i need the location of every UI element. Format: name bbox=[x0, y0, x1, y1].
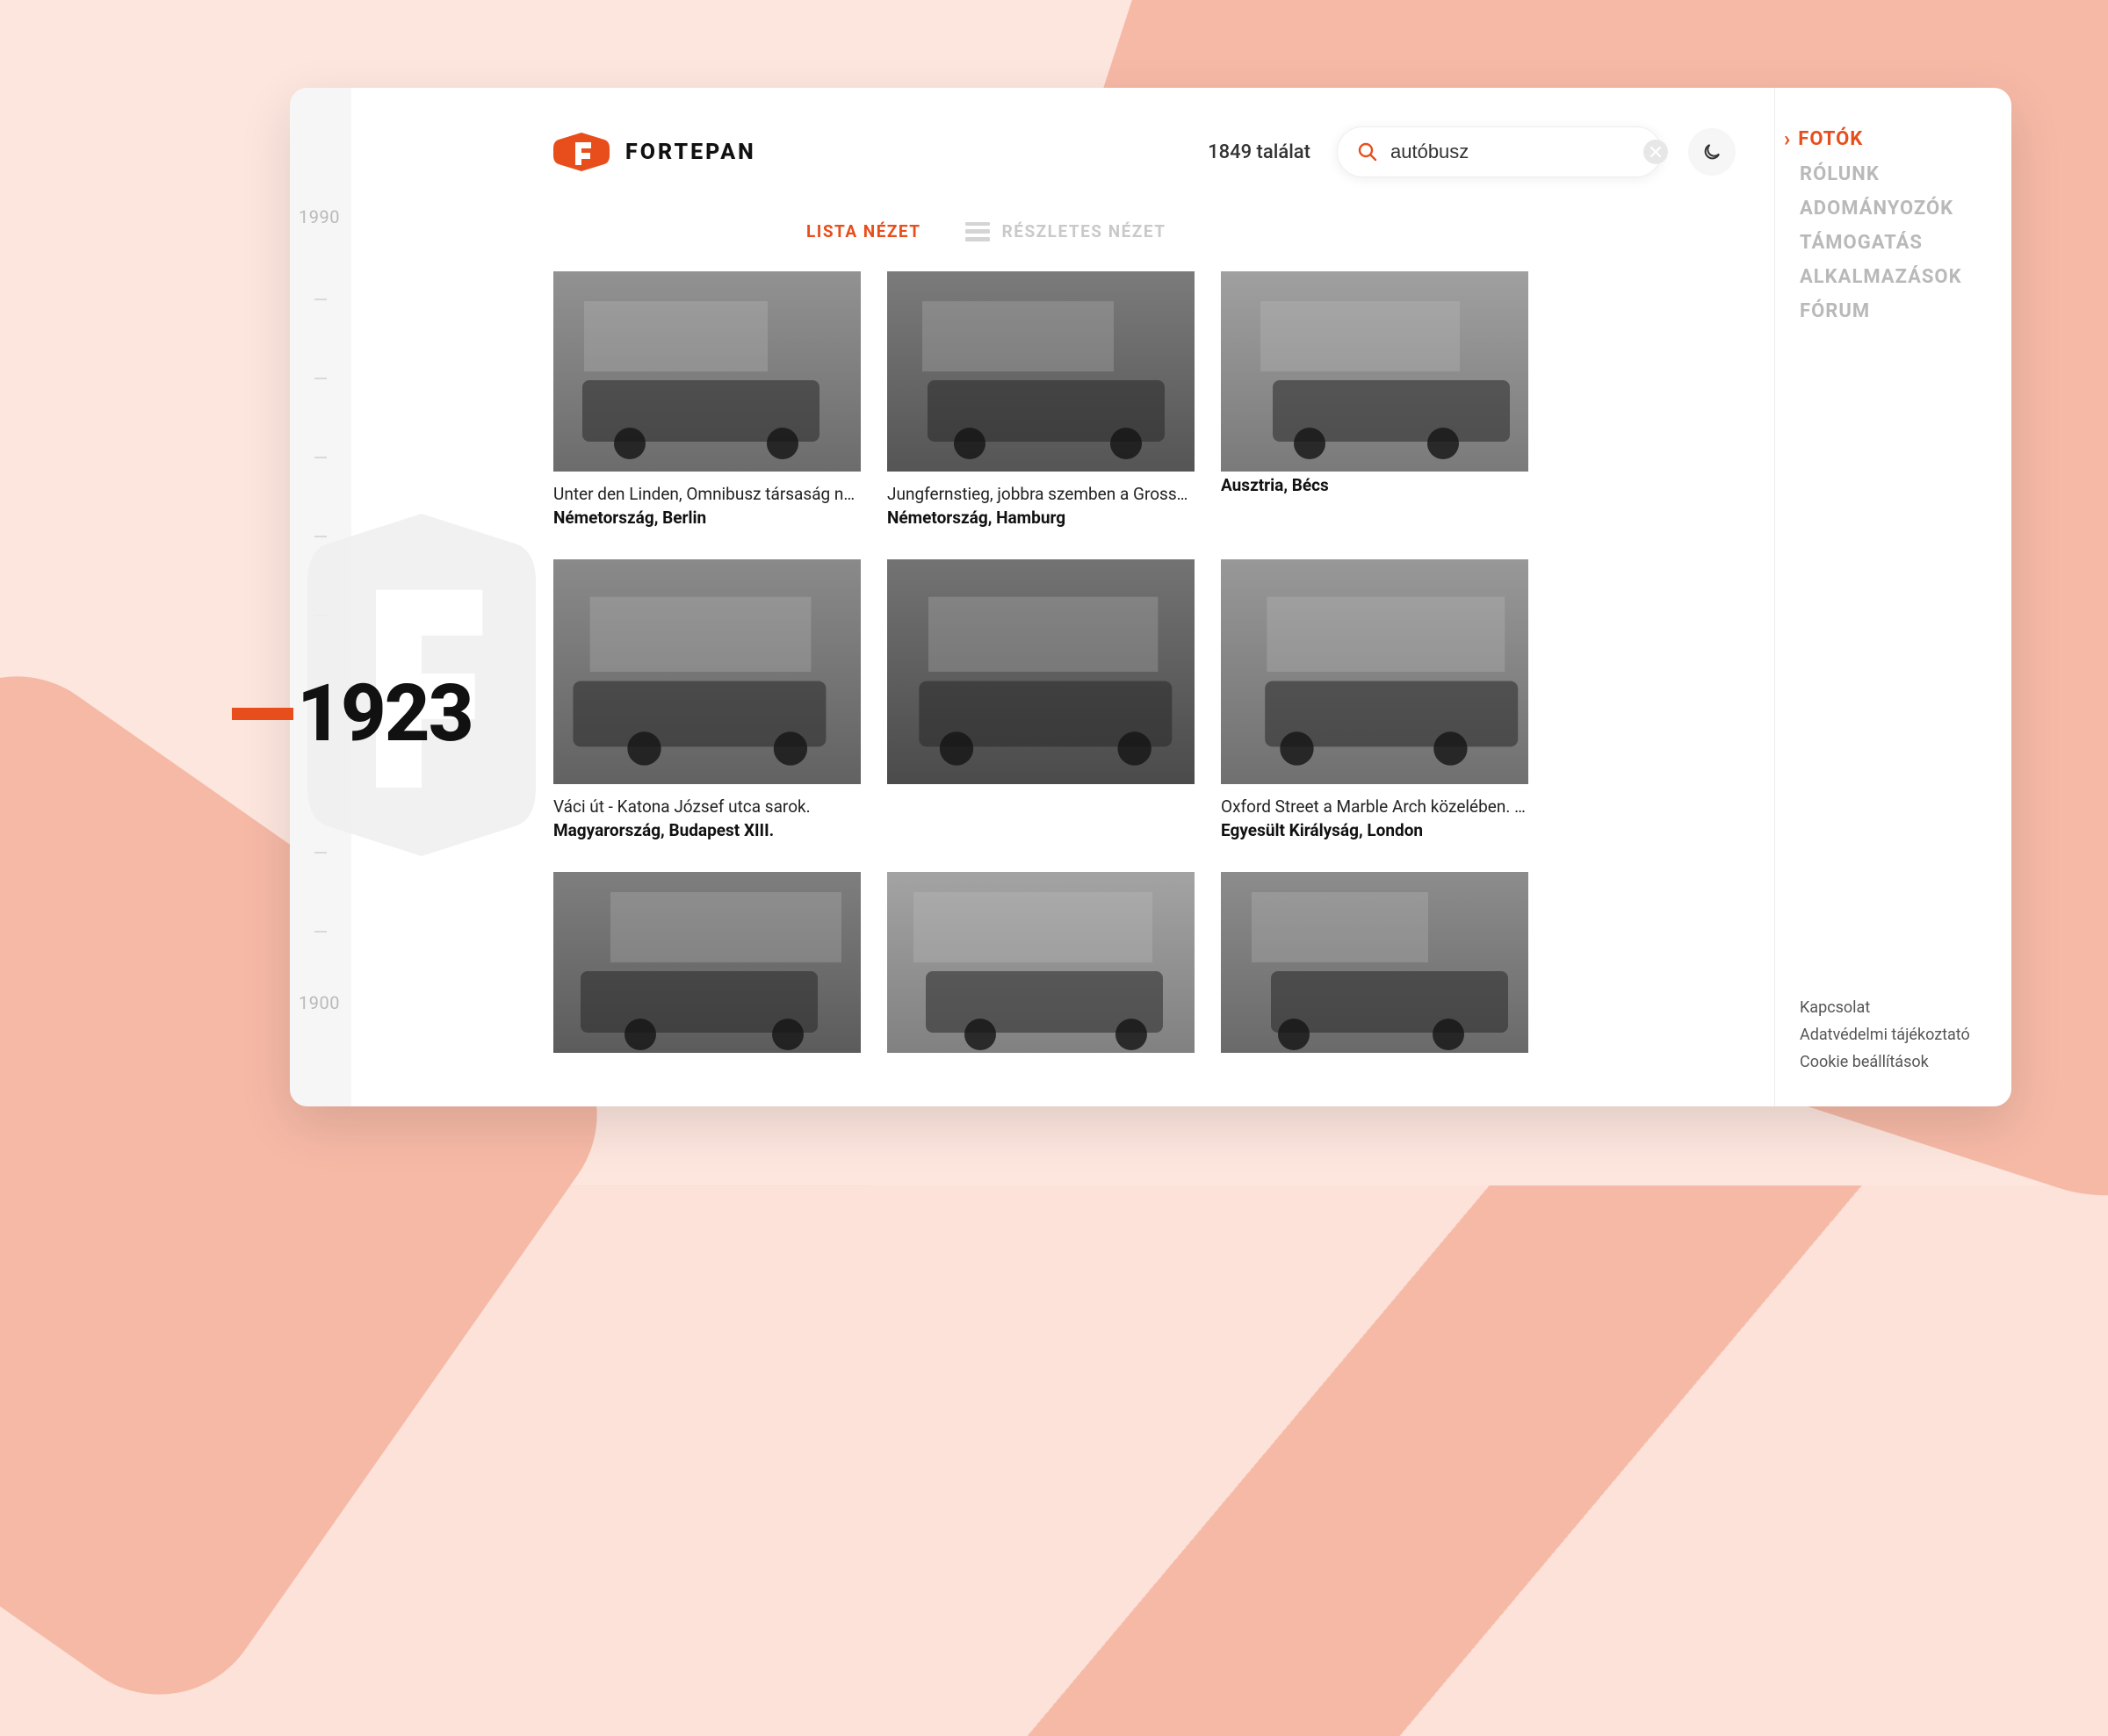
timeline-tick bbox=[314, 615, 327, 616]
brand-name: FORTEPAN bbox=[625, 140, 756, 165]
photo-card[interactable] bbox=[1221, 872, 1528, 1053]
timeline-tick bbox=[314, 852, 327, 854]
nav-item-fotók[interactable]: FOTÓK bbox=[1800, 126, 2011, 151]
dark-mode-toggle[interactable] bbox=[1688, 128, 1736, 176]
header: FORTEPAN 1849 találat bbox=[351, 126, 1774, 177]
photo-location: Németország, Hamburg bbox=[887, 508, 1195, 528]
timeline-tick bbox=[314, 536, 327, 537]
photo-card[interactable] bbox=[887, 872, 1195, 1053]
photo-thumbnail[interactable] bbox=[1221, 271, 1528, 472]
photo-card[interactable] bbox=[887, 559, 1195, 840]
photo-thumbnail[interactable] bbox=[553, 559, 861, 784]
photo-thumbnail[interactable] bbox=[887, 559, 1195, 784]
brand-logo[interactable]: FORTEPAN bbox=[553, 133, 756, 171]
photo-card[interactable]: Oxford Street a Marble Arch közelében. A… bbox=[1221, 559, 1528, 840]
list-view-toggle[interactable]: LISTA NÉZET bbox=[553, 221, 921, 241]
list-icon bbox=[965, 222, 990, 241]
app-window: 1990 1900 FORTEPAN 1849 talál bbox=[290, 88, 2011, 1106]
photo-location: Egyesült Királyság, London bbox=[1221, 820, 1528, 840]
photo-grid: Unter den Linden, Omnibusz társaság nyit… bbox=[351, 271, 1774, 1053]
nav-item-rólunk[interactable]: RÓLUNK bbox=[1800, 163, 2011, 185]
nav-item-támogatás[interactable]: TÁMOGATÁS bbox=[1800, 232, 2011, 254]
grid-icon bbox=[553, 222, 794, 241]
search-icon bbox=[1357, 141, 1378, 162]
photo-thumbnail[interactable] bbox=[1221, 559, 1528, 784]
timeline-tick bbox=[314, 378, 327, 379]
timeline-tick bbox=[314, 299, 327, 300]
photo-card[interactable]: Jungfernstieg, jobbra szemben a Grosse B… bbox=[887, 271, 1195, 528]
photo-location: Németország, Berlin bbox=[553, 508, 861, 528]
footer-link[interactable]: Kapcsolat bbox=[1800, 998, 2011, 1017]
view-toggle: LISTA NÉZET RÉSZLETES NÉZET bbox=[351, 177, 1774, 271]
nav-item-alkalmazások[interactable]: ALKALMAZÁSOK bbox=[1800, 266, 2011, 288]
photo-thumbnail[interactable] bbox=[553, 872, 861, 1053]
photo-thumbnail[interactable] bbox=[887, 872, 1195, 1053]
close-icon bbox=[1650, 147, 1661, 157]
photo-location: Ausztria, Bécs bbox=[1221, 475, 1528, 495]
photo-location: Magyarország, Budapest XIII. bbox=[553, 820, 861, 840]
footer-link[interactable]: Cookie beállítások bbox=[1800, 1053, 2011, 1071]
timeline-tick bbox=[314, 931, 327, 933]
detail-view-toggle[interactable]: RÉSZLETES NÉZET bbox=[965, 221, 1166, 241]
logo-icon bbox=[553, 133, 610, 171]
nav-menu: FOTÓK RÓLUNK ADOMÁNYOZÓK TÁMOGATÁS ALKALMAZÁ… bbox=[1800, 126, 2011, 322]
photo-caption: Jungfernstieg, jobbra szemben a Grosse B… bbox=[887, 484, 1195, 504]
search-box[interactable] bbox=[1337, 126, 1662, 177]
side-nav: FOTÓK RÓLUNK ADOMÁNYOZÓK TÁMOGATÁS ALKALMAZÁ… bbox=[1774, 88, 2011, 1106]
photo-thumbnail[interactable] bbox=[1221, 872, 1528, 1053]
photo-caption: Unter den Linden, Omnibusz társaság nyit… bbox=[553, 484, 861, 504]
photo-card[interactable]: Unter den Linden, Omnibusz társaság nyit… bbox=[553, 271, 861, 528]
photo-card[interactable]: Váci út - Katona József utca sarok. Magya… bbox=[553, 559, 861, 840]
photo-thumbnail[interactable] bbox=[553, 271, 861, 472]
photo-thumbnail[interactable] bbox=[887, 271, 1195, 472]
clear-search-button[interactable] bbox=[1643, 140, 1668, 164]
timeline-rail[interactable]: 1990 1900 bbox=[290, 88, 351, 1106]
timeline-top-year: 1990 bbox=[299, 206, 340, 227]
photo-card[interactable]: Ausztria, Bécs bbox=[1221, 271, 1528, 528]
detail-view-label: RÉSZLETES NÉZET bbox=[1002, 221, 1166, 241]
nav-item-adományozók[interactable]: ADOMÁNYOZÓK bbox=[1800, 198, 2011, 220]
search-input[interactable] bbox=[1390, 140, 1643, 163]
timeline-current-year: 1923 bbox=[297, 667, 473, 760]
timeline-tick bbox=[314, 457, 327, 458]
nav-item-fórum[interactable]: FÓRUM bbox=[1800, 300, 2011, 322]
result-count: 1849 találat bbox=[1208, 141, 1310, 163]
photo-card[interactable] bbox=[553, 872, 861, 1053]
nav-footer: Kapcsolat Adatvédelmi tájékoztató Cookie b… bbox=[1800, 998, 2011, 1080]
list-view-label: LISTA NÉZET bbox=[806, 221, 921, 241]
photo-caption: Oxford Street a Marble Arch közelében. A… bbox=[1221, 796, 1528, 817]
footer-link[interactable]: Adatvédelmi tájékoztató bbox=[1800, 1026, 2011, 1044]
moon-icon bbox=[1701, 141, 1722, 162]
photo-caption: Váci út - Katona József utca sarok. bbox=[553, 796, 861, 817]
timeline-bottom-year: 1900 bbox=[299, 992, 340, 1013]
timeline-current-marker: 1923 bbox=[232, 667, 473, 760]
